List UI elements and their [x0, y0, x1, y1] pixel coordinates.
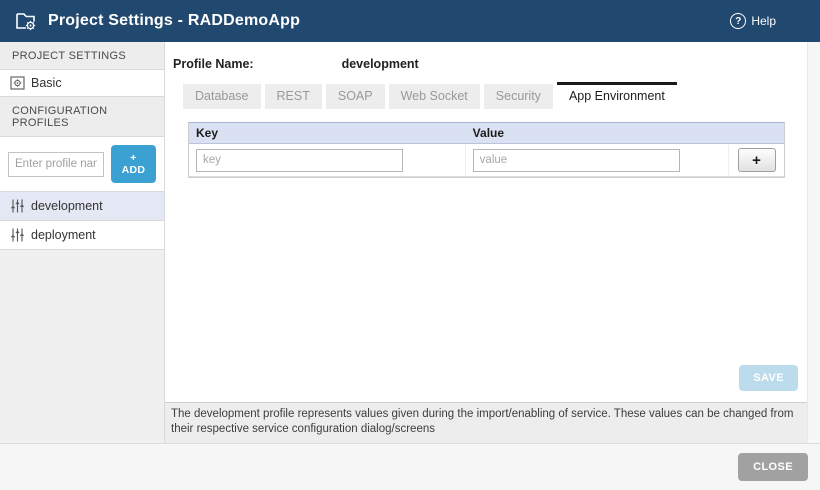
- panel-edge: [807, 42, 820, 443]
- tab-soap[interactable]: SOAP: [326, 84, 385, 109]
- add-row-button[interactable]: +: [738, 148, 776, 172]
- content-spacer: [165, 178, 820, 365]
- sliders-icon: [10, 227, 25, 243]
- tab-app-environment[interactable]: App Environment: [557, 82, 677, 109]
- key-cell: [189, 145, 466, 176]
- sidebar-item-basic-label: Basic: [31, 76, 62, 90]
- profile-item-label: development: [31, 199, 103, 213]
- section-header-project-settings: PROJECT SETTINGS: [0, 42, 164, 70]
- help-button[interactable]: ? Help: [730, 13, 776, 29]
- column-header-key: Key: [189, 123, 466, 143]
- profile-item-label: deployment: [31, 228, 96, 242]
- tab-web-socket[interactable]: Web Socket: [389, 84, 480, 109]
- help-icon: ?: [730, 13, 746, 29]
- sliders-icon: [10, 198, 25, 214]
- action-cell: +: [729, 144, 784, 176]
- save-row: SAVE: [165, 365, 820, 391]
- close-button[interactable]: CLOSE: [738, 453, 808, 481]
- save-button[interactable]: SAVE: [739, 365, 798, 391]
- profile-name-value: development: [342, 57, 419, 71]
- dialog-body: PROJECT SETTINGS Basic CONFIGURATION PR: [0, 42, 820, 443]
- profile-description-note: The development profile represents value…: [165, 402, 807, 443]
- dialog-header: Project Settings - RADDemoApp ? Help: [0, 0, 820, 42]
- main-panel: Profile Name: development Database REST …: [165, 42, 820, 443]
- tab-database[interactable]: Database: [183, 84, 261, 109]
- table-row: +: [189, 144, 784, 177]
- key-input[interactable]: [196, 149, 403, 172]
- project-settings-icon: [14, 10, 38, 32]
- section-header-configuration-profiles: CONFIGURATION PROFILES: [0, 97, 164, 137]
- value-cell: [466, 145, 729, 176]
- settings-tab-bar: Database REST SOAP Web Socket Security A…: [183, 82, 820, 109]
- basic-settings-icon: [10, 76, 25, 90]
- add-profile-button[interactable]: + ADD: [111, 145, 156, 183]
- sidebar: PROJECT SETTINGS Basic CONFIGURATION PR: [0, 42, 165, 443]
- value-input[interactable]: [473, 149, 680, 172]
- profile-item-deployment[interactable]: deployment: [0, 221, 164, 250]
- app-environment-table: Key Value +: [188, 122, 785, 178]
- profile-name-input[interactable]: [8, 152, 104, 177]
- dialog-footer: CLOSE: [0, 443, 820, 490]
- sidebar-item-basic[interactable]: Basic: [0, 70, 164, 97]
- add-profile-row: + ADD: [0, 137, 164, 192]
- tab-security[interactable]: Security: [484, 84, 553, 109]
- table-header-row: Key Value: [189, 122, 784, 144]
- column-header-actions: [729, 123, 784, 143]
- help-label: Help: [751, 14, 776, 28]
- profile-name-row: Profile Name: development: [165, 42, 820, 71]
- column-header-value: Value: [466, 123, 729, 143]
- page-title: Project Settings - RADDemoApp: [48, 12, 300, 30]
- profile-name-label: Profile Name:: [173, 57, 254, 71]
- tab-rest[interactable]: REST: [265, 84, 322, 109]
- profile-item-development[interactable]: development: [0, 192, 164, 221]
